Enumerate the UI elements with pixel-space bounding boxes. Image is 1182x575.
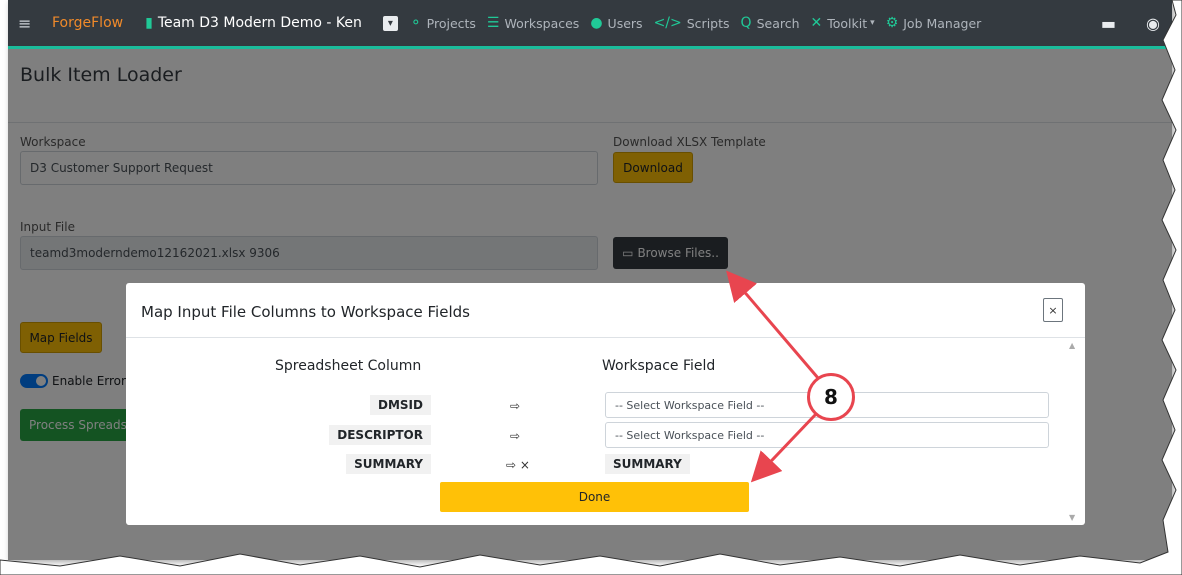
torn-edge-decoration — [0, 0, 1182, 575]
